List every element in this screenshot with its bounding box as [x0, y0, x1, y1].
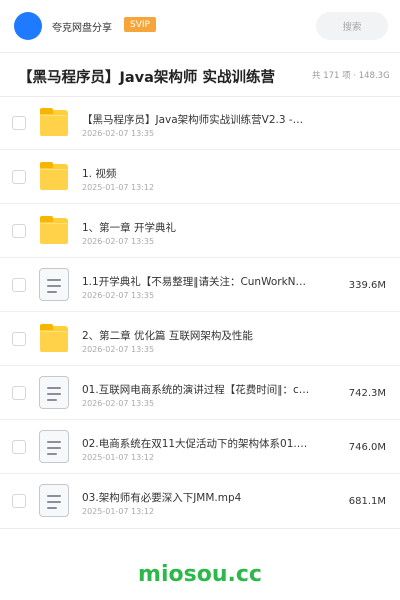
file-list: 【黑马程序员】Java架构师实战训练营V2.3 -… 2026-02-07 13…	[0, 96, 400, 528]
list-item[interactable]: 1. 视频 2025-01-07 13:12	[0, 150, 400, 204]
avatar[interactable]	[14, 12, 42, 40]
document-icon	[38, 484, 70, 517]
list-bottom-divider	[0, 528, 400, 529]
list-item[interactable]: 02.电商系统在双11大促活动下的架构体系01.m… 2025-01-07 13…	[0, 420, 400, 474]
item-date: 2026-02-07 13:35	[82, 291, 155, 300]
item-size: 339.6M	[348, 280, 386, 291]
top-bar: 夸克网盘分享 SVIP 搜索	[0, 0, 400, 52]
item-date: 2025-01-07 13:12	[82, 507, 155, 516]
item-name: 1.1开学典礼【不易整理‖请关注：CunWorkN…	[82, 276, 307, 288]
header-divider	[0, 52, 400, 53]
item-size: 742.3M	[348, 388, 386, 399]
item-name: 01.互联网电商系统的演讲过程【花费时间‖：cun…	[82, 384, 314, 396]
item-date: 2025-01-07 13:12	[82, 183, 155, 192]
item-date: 2025-01-07 13:12	[82, 453, 155, 462]
page-title: 【黑马程序员】Java架构师 实战训练营	[18, 70, 275, 86]
item-size: 681.1M	[348, 496, 386, 507]
item-name: 2、第二章 优化篇 互联网架构及性能	[82, 330, 253, 342]
folder-icon	[38, 108, 70, 138]
folder-icon	[38, 162, 70, 192]
folder-icon	[38, 324, 70, 354]
brand-name: 夸克网盘分享	[52, 23, 112, 34]
document-icon	[38, 430, 70, 463]
select-checkbox[interactable]	[12, 494, 26, 508]
item-date: 2026-02-07 13:35	[82, 129, 155, 138]
select-checkbox[interactable]	[12, 440, 26, 454]
watermark: miosou.cc	[138, 562, 262, 587]
folder-icon	[38, 216, 70, 246]
list-item[interactable]: 1、第一章 开学典礼 2026-02-07 13:35	[0, 204, 400, 258]
select-checkbox[interactable]	[12, 224, 26, 238]
item-name: 02.电商系统在双11大促活动下的架构体系01.m…	[82, 438, 314, 450]
list-item[interactable]: 【黑马程序员】Java架构师实战训练营V2.3 -… 2026-02-07 13…	[0, 96, 400, 150]
list-item[interactable]: 1.1开学典礼【不易整理‖请关注：CunWorkN… 2026-02-07 13…	[0, 258, 400, 312]
list-item[interactable]: 2、第二章 优化篇 互联网架构及性能 2026-02-07 13:35	[0, 312, 400, 366]
list-item[interactable]: 01.互联网电商系统的演讲过程【花费时间‖：cun… 2026-02-07 13…	[0, 366, 400, 420]
folder-summary: 共 171 项 · 148.3G	[312, 71, 390, 81]
item-size: 746.0M	[348, 442, 386, 453]
select-checkbox[interactable]	[12, 170, 26, 184]
item-date: 2026-02-07 13:35	[82, 345, 155, 354]
item-date: 2026-02-07 13:35	[82, 237, 155, 246]
select-checkbox[interactable]	[12, 332, 26, 346]
select-checkbox[interactable]	[12, 116, 26, 130]
item-name: 【黑马程序员】Java架构师实战训练营V2.3 -…	[82, 114, 304, 126]
item-name: 1、第一章 开学典礼	[82, 222, 177, 234]
list-item[interactable]: 03.架构师有必要深入下JMM.mp4 2025-01-07 13:12 681…	[0, 474, 400, 528]
document-icon	[38, 268, 70, 301]
item-date: 2026-02-07 13:35	[82, 399, 155, 408]
item-name: 1. 视频	[82, 168, 117, 180]
select-checkbox[interactable]	[12, 386, 26, 400]
item-name: 03.架构师有必要深入下JMM.mp4	[82, 492, 242, 504]
search-button[interactable]: 搜索	[316, 12, 388, 40]
select-checkbox[interactable]	[12, 278, 26, 292]
svip-badge: SVIP	[124, 17, 156, 32]
document-icon	[38, 376, 70, 409]
